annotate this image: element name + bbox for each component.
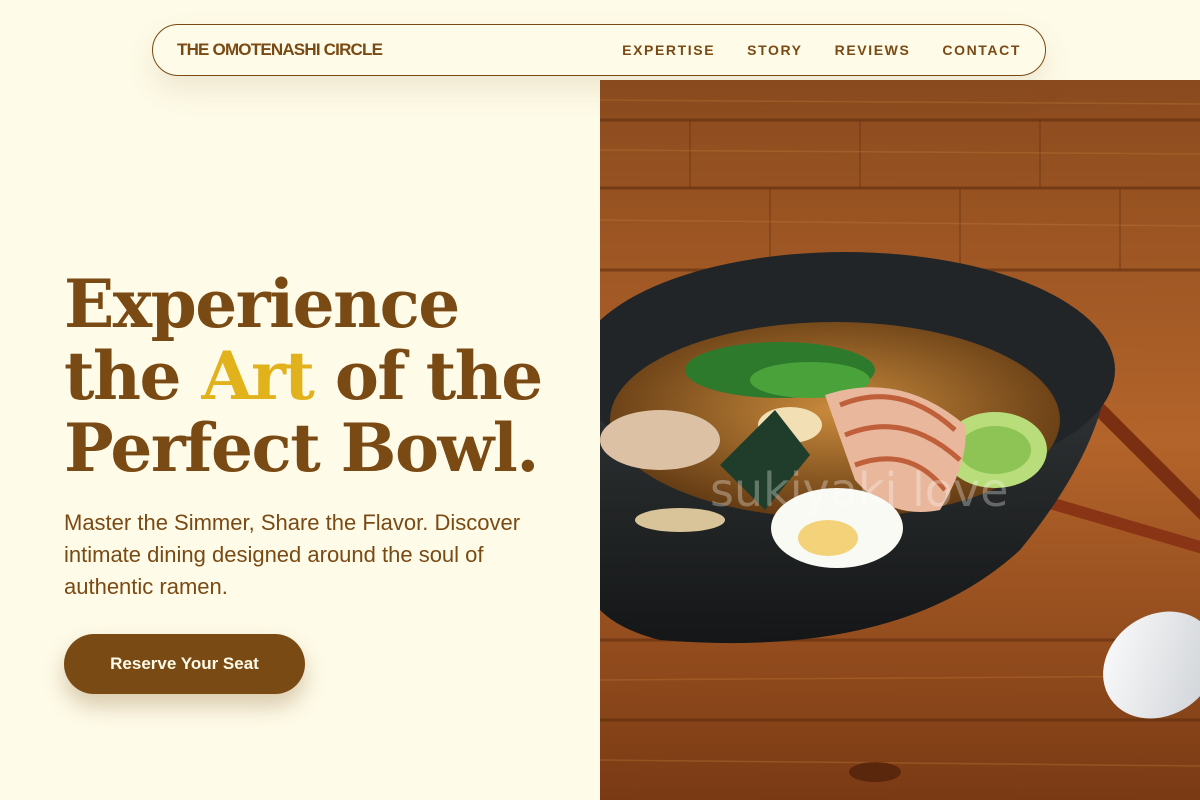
reserve-seat-button[interactable]: Reserve Your Seat (64, 634, 305, 694)
image-watermark: sukiyaki love (710, 463, 1008, 517)
hero-title-line2-pre: the (64, 337, 202, 415)
hero-title-line3: Perfect Bowl. (64, 409, 539, 487)
nav-link-contact[interactable]: CONTACT (942, 42, 1021, 58)
nav-link-reviews[interactable]: REVIEWS (835, 42, 911, 58)
ramen-bowl-photo: sukiyaki love (600, 80, 1200, 800)
hero-subtitle: Master the Simmer, Share the Flavor. Dis… (64, 510, 521, 599)
hero-title-line1: Experience (64, 265, 460, 343)
nav-links: EXPERTISE STORY REVIEWS CONTACT (622, 42, 1021, 58)
nav-link-story[interactable]: STORY (747, 42, 802, 58)
nav-link-expertise[interactable]: EXPERTISE (622, 42, 715, 58)
hero-title-accent: Art (201, 337, 314, 415)
hero-title-line2-post: of the (313, 337, 543, 415)
top-nav: THE OMOTENASHI CIRCLE EXPERTISE STORY RE… (152, 24, 1046, 76)
hero-title: Experience the Art of the Perfect Bowl. (64, 265, 543, 487)
brand-logo[interactable]: THE OMOTENASHI CIRCLE (177, 40, 383, 60)
page: THE OMOTENASHI CIRCLE EXPERTISE STORY RE… (0, 0, 1200, 800)
